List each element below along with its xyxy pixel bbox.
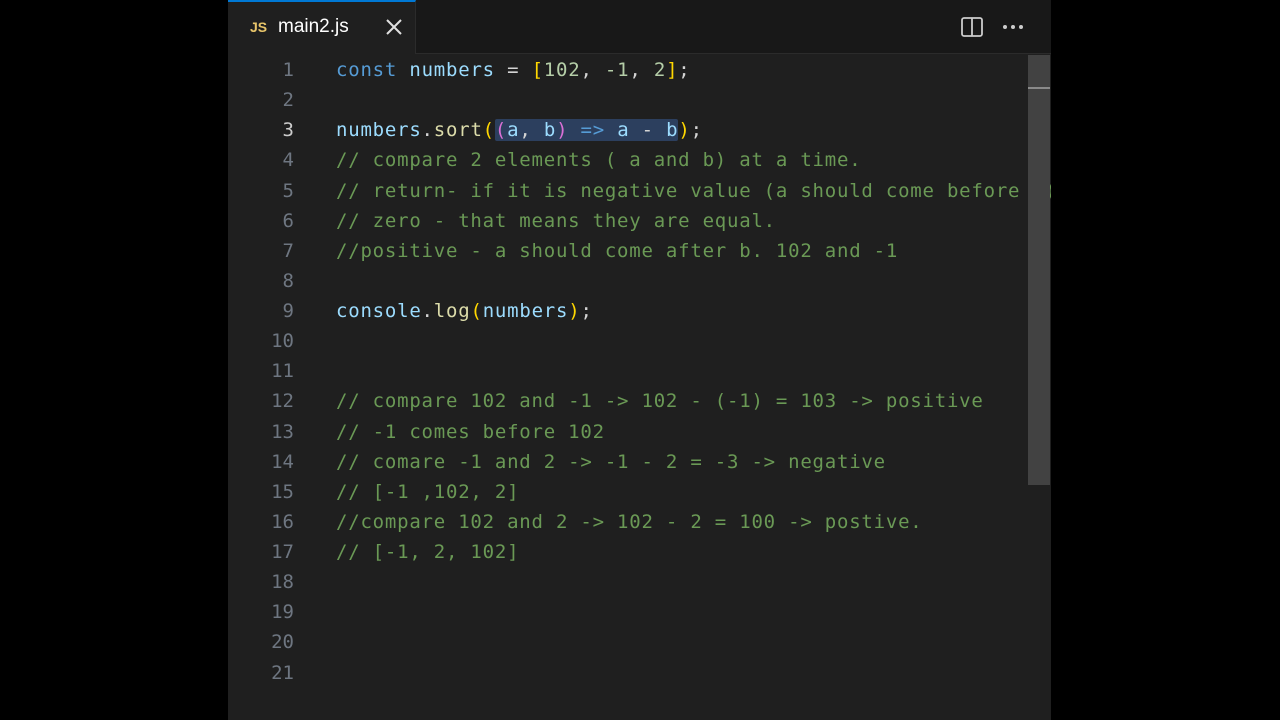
code-line-18[interactable] xyxy=(336,567,1051,597)
code-line-17[interactable]: // [-1, 2, 102] xyxy=(336,537,1051,567)
line-number[interactable]: 15 xyxy=(228,477,294,507)
punctuation-token: , xyxy=(580,59,605,81)
line-number[interactable]: 16 xyxy=(228,507,294,537)
parameter-token: a xyxy=(507,119,520,142)
code-line-12[interactable]: // compare 102 and -1 -> 102 - (-1) = 10… xyxy=(336,386,1051,416)
line-number[interactable]: 19 xyxy=(228,597,294,627)
code-line-7[interactable]: //positive - a should come after b. 102 … xyxy=(336,236,1051,266)
bracket-token: ( xyxy=(482,119,495,142)
line-number[interactable]: 1 xyxy=(228,55,294,85)
variable-token: numbers xyxy=(336,119,422,142)
line-number[interactable]: 9 xyxy=(228,296,294,326)
keyword-token: const xyxy=(336,59,398,81)
selection-highlight: (a, b) => a - b xyxy=(494,119,679,142)
line-number[interactable]: 14 xyxy=(228,447,294,477)
operator-token: = xyxy=(494,59,532,81)
number-token: 2 xyxy=(653,59,667,81)
code-line-13[interactable]: // -1 comes before 102 xyxy=(336,417,1051,447)
javascript-file-icon: JS xyxy=(250,19,268,35)
more-actions-icon[interactable] xyxy=(1001,15,1025,39)
line-number[interactable]: 10 xyxy=(228,326,294,356)
bracket-token: ) xyxy=(678,119,691,142)
line-number[interactable]: 3 xyxy=(228,115,294,145)
line-number[interactable]: 7 xyxy=(228,236,294,266)
code-area[interactable]: const numbers = [102, -1, 2]; numbers.so… xyxy=(336,55,1051,688)
punctuation-token: ; xyxy=(580,300,593,322)
line-number[interactable]: 5 xyxy=(228,176,294,206)
tab-filename: main2.js xyxy=(278,16,349,37)
code-line-4[interactable]: // compare 2 elements ( a and b) at a ti… xyxy=(336,145,1051,175)
line-number[interactable]: 20 xyxy=(228,627,294,657)
bracket-token: ) xyxy=(556,119,569,142)
line-number[interactable]: 12 xyxy=(228,386,294,416)
variable-token: numbers xyxy=(482,300,569,322)
function-token: sort xyxy=(433,119,483,142)
code-line-5[interactable]: // return- if it is negative value (a sh… xyxy=(336,176,1051,206)
punctuation-token: , xyxy=(629,59,654,81)
line-number[interactable]: 2 xyxy=(228,85,294,115)
bracket-token: [ xyxy=(531,59,544,81)
editor-window: JS main2.js 1 2 3 4 5 6 7 8 9 10 11 12 13 14 15 16 17 18 1… xyxy=(228,0,1051,720)
parameter-token: a xyxy=(617,119,630,142)
code-line-8[interactable] xyxy=(336,266,1051,296)
code-line-11[interactable] xyxy=(336,356,1051,386)
bracket-token: ( xyxy=(494,119,508,142)
vertical-scrollbar-thumb[interactable] xyxy=(1028,55,1050,485)
code-line-9[interactable]: console.log(numbers); xyxy=(336,296,1051,326)
line-number[interactable]: 4 xyxy=(228,145,294,175)
bracket-token: ( xyxy=(470,300,483,322)
number-token: -1 xyxy=(604,59,630,81)
number-token: 102 xyxy=(543,59,581,81)
code-line-14[interactable]: // comare -1 and 2 -> -1 - 2 = -3 -> neg… xyxy=(336,447,1051,477)
line-number-gutter: 1 2 3 4 5 6 7 8 9 10 11 12 13 14 15 16 17 18 19 20 21 xyxy=(228,55,294,688)
punctuation-token: ; xyxy=(690,119,703,142)
line-number[interactable]: 18 xyxy=(228,567,294,597)
punctuation-token: ; xyxy=(678,59,691,81)
code-line-16[interactable]: //compare 102 and 2 -> 102 - 2 = 100 -> … xyxy=(336,507,1051,537)
split-editor-icon[interactable] xyxy=(960,15,984,39)
tab-main2-js[interactable]: JS main2.js xyxy=(228,0,416,54)
line-number[interactable]: 6 xyxy=(228,206,294,236)
bracket-token: ) xyxy=(568,300,581,322)
code-line-21[interactable] xyxy=(336,658,1051,688)
code-line-20[interactable] xyxy=(336,627,1051,657)
variable-token: console xyxy=(336,300,422,322)
line-number[interactable]: 8 xyxy=(228,266,294,296)
line-number[interactable]: 17 xyxy=(228,537,294,567)
code-line-1[interactable]: const numbers = [102, -1, 2]; xyxy=(336,55,1051,85)
punctuation-token: , xyxy=(519,119,544,142)
line-number[interactable]: 21 xyxy=(228,658,294,688)
scrollbar-cursor-marker xyxy=(1028,87,1050,89)
function-token: log xyxy=(433,300,471,322)
arrow-token: => xyxy=(568,119,618,142)
line-number[interactable]: 13 xyxy=(228,417,294,447)
tab-bar: JS main2.js xyxy=(228,0,1051,54)
parameter-token: b xyxy=(543,119,557,142)
line-number[interactable]: 11 xyxy=(228,356,294,386)
code-line-2[interactable] xyxy=(336,85,1051,115)
parameter-token: b xyxy=(666,119,679,142)
code-line-19[interactable] xyxy=(336,597,1051,627)
close-icon[interactable] xyxy=(384,17,404,37)
operator-token: - xyxy=(629,119,667,142)
punctuation-token: . xyxy=(421,119,434,142)
code-line-6[interactable]: // zero - that means they are equal. xyxy=(336,206,1051,236)
variable-token: numbers xyxy=(409,59,495,81)
code-line-15[interactable]: // [-1 ,102, 2] xyxy=(336,477,1051,507)
code-line-10[interactable] xyxy=(336,326,1051,356)
bracket-token: ] xyxy=(666,59,679,81)
code-line-3[interactable]: numbers.sort((a, b) => a - b); xyxy=(336,115,1051,145)
punctuation-token: . xyxy=(421,300,434,322)
